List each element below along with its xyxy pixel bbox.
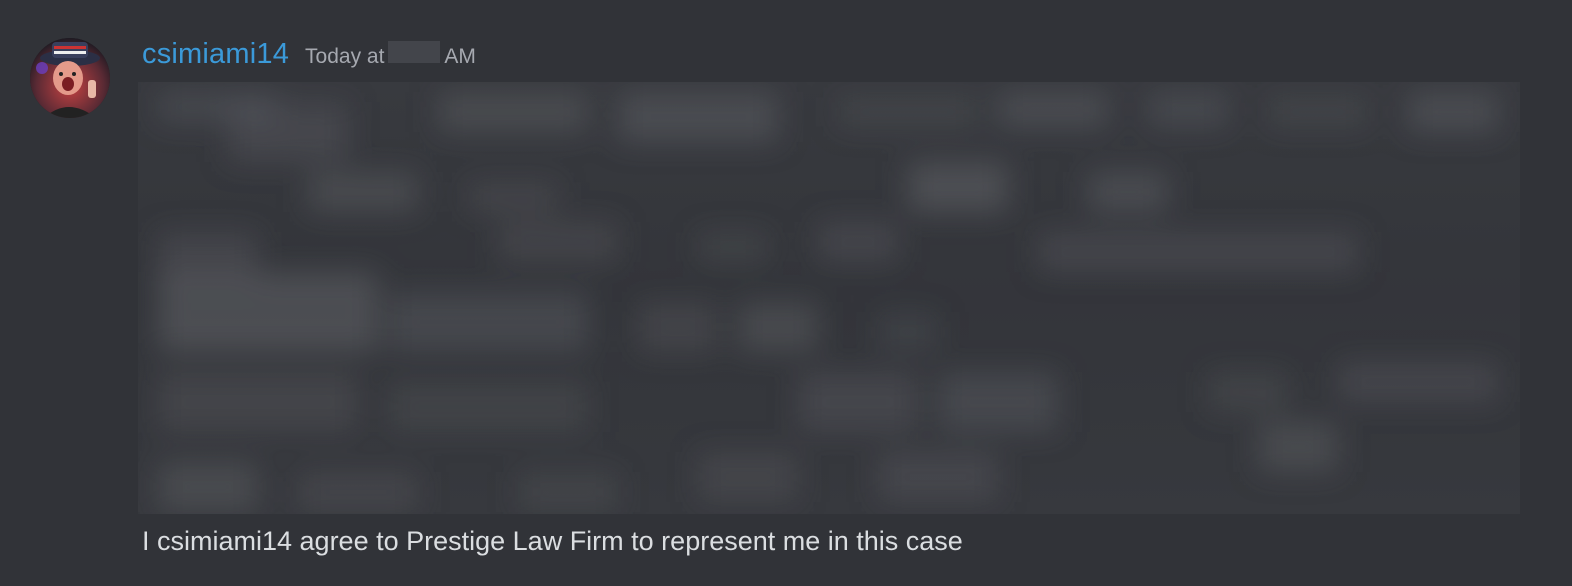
user-avatar[interactable] — [30, 38, 110, 118]
blurred-image — [138, 82, 1520, 514]
avatar-image — [30, 38, 110, 118]
image-attachment[interactable] — [138, 82, 1520, 514]
chat-message: csimiami14 Today at AM I csimiami14 agre… — [0, 0, 1572, 586]
message-header: csimiami14 Today at AM — [142, 38, 476, 78]
timestamp-suffix: AM — [444, 45, 476, 68]
message-timestamp[interactable]: Today at AM — [305, 41, 476, 69]
username[interactable]: csimiami14 — [142, 38, 289, 71]
timestamp-prefix: Today at — [305, 45, 385, 68]
message-content: I csimiami14 agree to Prestige Law Firm … — [142, 526, 963, 556]
timestamp-redacted-time — [388, 41, 441, 63]
